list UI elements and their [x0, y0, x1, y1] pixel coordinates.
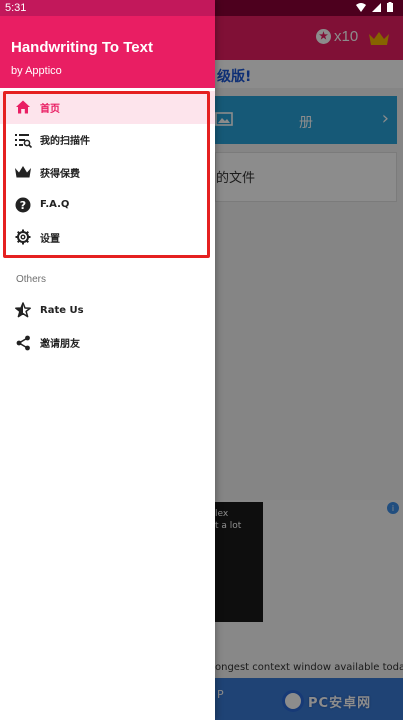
wifi-icon [356, 2, 366, 12]
status-bar: 5:31 [0, 0, 403, 16]
cell-signal-icon [372, 2, 381, 12]
star-half-icon [14, 301, 32, 319]
menu-item-label: F.A.Q [40, 199, 70, 211]
others-menu: Rate Us 邀请朋友 [0, 294, 215, 359]
app-title: Handwriting To Text [11, 39, 153, 56]
scan-list-icon [14, 131, 32, 149]
menu-item-get-premium[interactable]: 获得保费 [0, 156, 215, 189]
menu-item-label: 邀请朋友 [40, 339, 80, 351]
menu-item-label: 获得保费 [40, 168, 80, 180]
gear-icon [14, 228, 32, 246]
battery-icon [387, 2, 393, 12]
share-icon [14, 334, 32, 352]
main-menu: 首页 我的扫描件 获得保费 ? F.A.Q 设置 [0, 91, 215, 254]
help-circle-icon: ? [14, 196, 32, 214]
menu-item-faq[interactable]: ? F.A.Q [0, 189, 215, 222]
app-subtitle: by Apptico [11, 65, 62, 77]
menu-item-settings[interactable]: 设置 [0, 221, 215, 254]
menu-item-label: 首页 [40, 103, 60, 115]
crown-icon [14, 163, 32, 181]
status-time: 5:31 [5, 2, 27, 14]
menu-item-label: 设置 [40, 233, 60, 245]
menu-item-label: 我的扫描件 [40, 136, 90, 148]
menu-item-my-scans[interactable]: 我的扫描件 [0, 124, 215, 157]
svg-text:?: ? [20, 199, 26, 212]
menu-item-rate-us[interactable]: Rate Us [0, 294, 215, 327]
drawer-header: Handwriting To Text by Apptico [0, 16, 215, 88]
menu-item-invite-friends[interactable]: 邀请朋友 [0, 327, 215, 360]
home-icon [14, 98, 32, 116]
section-header-others: Others [16, 274, 47, 285]
navigation-drawer: Handwriting To Text by Apptico 首页 我的扫描件 [0, 0, 215, 720]
menu-item-home[interactable]: 首页 [0, 91, 215, 124]
menu-item-label: Rate Us [40, 304, 84, 316]
